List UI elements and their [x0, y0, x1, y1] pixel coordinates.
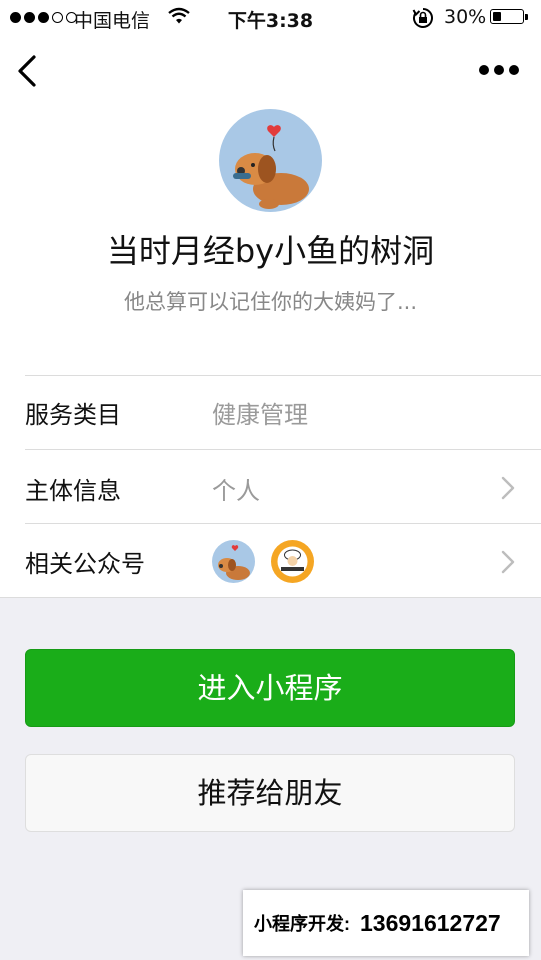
related-account-avatar[interactable]: [212, 540, 255, 583]
rotation-lock-icon: [412, 8, 433, 28]
mini-program-avatar: [219, 109, 322, 212]
service-category-label: 服务类目: [25, 401, 121, 429]
chevron-right-icon[interactable]: [498, 549, 518, 575]
developer-contact-phone: 13691612727: [360, 909, 501, 936]
mini-program-description: 他总算可以记住你的大姨妈了...: [123, 290, 418, 314]
back-icon[interactable]: [14, 52, 44, 90]
divider: [25, 375, 541, 376]
entity-info-value[interactable]: 个人: [212, 471, 260, 506]
recommend-to-friend-button[interactable]: 推荐给朋友: [25, 754, 515, 832]
battery-percentage: 30%: [444, 6, 487, 28]
enter-mini-program-button[interactable]: 进入小程序: [25, 649, 515, 727]
divider: [25, 523, 541, 524]
divider: [0, 597, 541, 598]
battery-icon: [490, 9, 524, 24]
service-category-value: 健康管理: [212, 401, 308, 429]
more-options-icon[interactable]: [476, 58, 522, 82]
entity-info-label[interactable]: 主体信息: [25, 471, 121, 506]
battery-level: [493, 12, 501, 21]
mini-program-name: 当时月经by小鱼的树洞: [106, 232, 435, 270]
divider: [25, 449, 541, 450]
developer-contact-prefix: 小程序开发:: [254, 914, 350, 934]
chevron-right-icon[interactable]: [498, 475, 518, 501]
battery-tip: [525, 14, 528, 20]
developer-contact-label: 小程序开发: 13691612727: [243, 890, 529, 956]
status-bar: 中国电信 下午3:38 30%: [0, 0, 541, 36]
related-account-avatar[interactable]: [271, 540, 314, 583]
related-accounts-label[interactable]: 相关公众号: [25, 544, 145, 579]
